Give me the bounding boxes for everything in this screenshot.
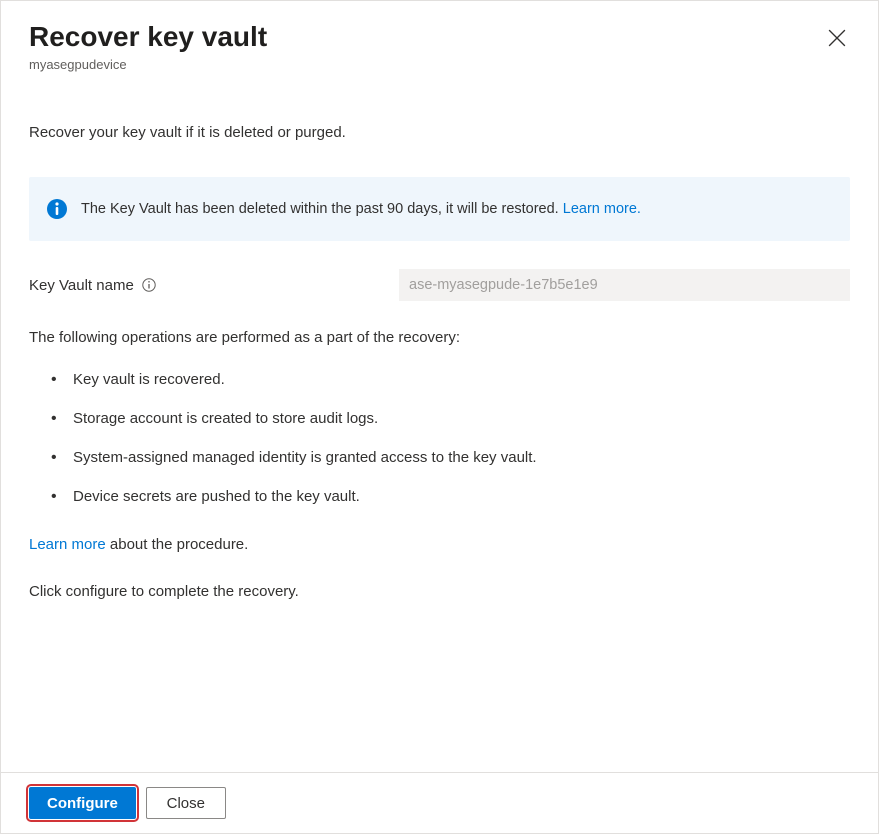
info-banner-text: The Key Vault has been deleted within th… <box>81 201 641 217</box>
list-item: Key vault is recovered. <box>51 360 850 399</box>
banner-learn-more-link[interactable]: Learn more. <box>563 201 641 217</box>
panel-header: Recover key vault myasegpudevice <box>1 1 878 84</box>
key-vault-name-label: Key Vault name <box>29 277 134 294</box>
close-button[interactable] <box>824 25 850 54</box>
procedure-learn-more-link[interactable]: Learn more <box>29 536 106 553</box>
procedure-text: Learn more about the procedure. <box>29 536 850 553</box>
key-vault-name-field: Key Vault name <box>29 269 850 301</box>
intro-text: Recover your key vault if it is deleted … <box>29 124 850 141</box>
panel-footer: Configure Close <box>1 772 878 833</box>
procedure-rest: about the procedure. <box>106 536 249 553</box>
page-subtitle: myasegpudevice <box>29 57 850 72</box>
close-icon <box>828 35 846 50</box>
final-instruction: Click configure to complete the recovery… <box>29 583 850 600</box>
list-item: Device secrets are pushed to the key vau… <box>51 477 850 516</box>
recover-key-vault-panel: Recover key vault myasegpudevice Recover… <box>0 0 879 834</box>
info-banner-message: The Key Vault has been deleted within th… <box>81 201 563 217</box>
list-item: Storage account is created to store audi… <box>51 399 850 438</box>
panel-content: Recover your key vault if it is deleted … <box>1 84 878 772</box>
configure-button[interactable]: Configure <box>29 787 136 819</box>
field-label-wrap: Key Vault name <box>29 276 399 294</box>
close-footer-button[interactable]: Close <box>146 787 226 819</box>
page-title: Recover key vault <box>29 19 850 55</box>
operations-list: Key vault is recovered. Storage account … <box>29 360 850 516</box>
info-tooltip-icon[interactable] <box>142 276 156 294</box>
info-icon <box>47 199 67 219</box>
list-item: System-assigned managed identity is gran… <box>51 438 850 477</box>
key-vault-name-input <box>399 269 850 301</box>
info-banner: The Key Vault has been deleted within th… <box>29 177 850 241</box>
operations-intro: The following operations are performed a… <box>29 329 850 346</box>
